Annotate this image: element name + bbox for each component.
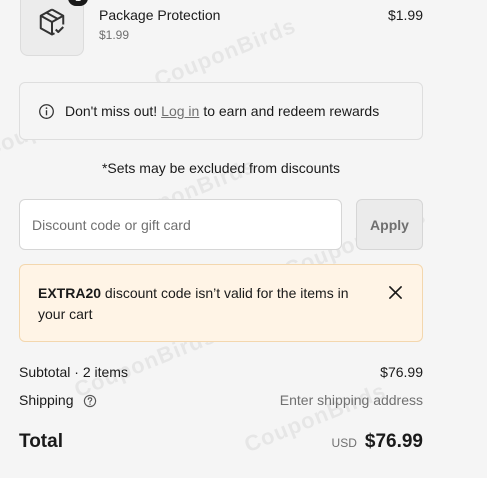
checkout-summary: CouponBirds CouponBirds CouponBirds Coup… <box>0 0 487 478</box>
close-icon[interactable] <box>386 283 404 301</box>
shipping-value: Enter shipping address <box>279 392 423 409</box>
product-unit-price: $1.99 <box>99 28 130 42</box>
error-code: EXTRA20 <box>38 285 102 301</box>
total-row: Total USD $76.99 <box>19 431 423 453</box>
login-link[interactable]: Log in <box>161 103 199 119</box>
discount-code-input[interactable] <box>19 199 342 250</box>
package-check-icon <box>37 7 67 42</box>
subtotal-value: $76.99 <box>380 364 423 380</box>
help-icon[interactable] <box>83 394 97 408</box>
info-icon <box>38 103 55 120</box>
exclusion-note: *Sets may be excluded from discounts <box>101 160 341 176</box>
total-amount: $76.99 <box>364 431 423 452</box>
rewards-text: Don't miss out! <box>65 103 158 119</box>
subtotal-label: Subtotal · 2 items <box>19 364 128 380</box>
product-name: Package Protection <box>99 7 221 23</box>
apply-button[interactable]: Apply <box>356 199 423 250</box>
discount-error-banner: EXTRA20 discount code isn’t valid for th… <box>19 264 423 342</box>
product-price: $1.99 <box>387 7 423 23</box>
shipping-label: Shipping <box>19 392 74 408</box>
currency-code: USD <box>331 436 357 450</box>
rewards-text-after: to earn and redeem rewards <box>203 103 380 119</box>
product-thumbnail <box>20 0 84 56</box>
shipping-row: Shipping Enter shipping address <box>19 392 423 408</box>
total-label: Total <box>19 431 63 452</box>
subtotal-row: Subtotal · 2 items $76.99 <box>19 364 423 380</box>
rewards-notice: Don't miss out! Log in to earn and redee… <box>19 82 423 140</box>
